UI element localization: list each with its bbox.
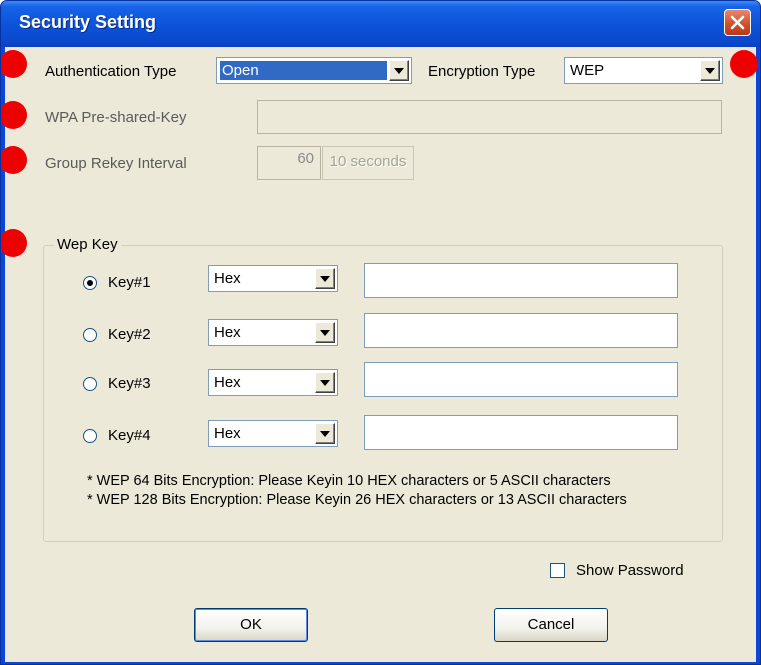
key1-format-dropdown-button[interactable] <box>315 268 335 289</box>
marker-dot-auth <box>1 50 27 78</box>
security-setting-window: Security Setting Authentication Type Ope… <box>0 0 761 665</box>
ok-button[interactable]: OK <box>194 608 308 642</box>
wep-key-group-legend: Wep Key <box>54 236 121 253</box>
key2-format-value: Hex <box>214 324 241 341</box>
authentication-type-select[interactable]: Open <box>216 57 412 84</box>
marker-dot-wpa <box>1 101 27 129</box>
key1-format-select[interactable]: Hex <box>208 265 338 292</box>
key3-radio[interactable] <box>83 377 97 391</box>
group-rekey-interval-label: Group Rekey Interval <box>45 155 187 172</box>
show-password-checkbox[interactable] <box>550 563 565 578</box>
group-rekey-interval-value: 60 <box>297 150 314 167</box>
key4-input[interactable] <box>364 415 678 450</box>
group-rekey-interval-input[interactable]: 60 <box>257 146 321 180</box>
key1-input[interactable] <box>364 263 678 298</box>
wep128-note: * WEP 128 Bits Encryption: Please Keyin … <box>87 492 627 508</box>
key3-input[interactable] <box>364 362 678 397</box>
key2-input[interactable] <box>364 313 678 348</box>
close-button[interactable] <box>724 9 751 36</box>
key2-label: Key#2 <box>108 326 151 343</box>
key4-radio[interactable] <box>83 429 97 443</box>
chevron-down-icon <box>320 275 330 282</box>
key2-format-dropdown-button[interactable] <box>315 322 335 343</box>
key1-label: Key#1 <box>108 274 151 291</box>
key4-format-value: Hex <box>214 425 241 442</box>
key4-label: Key#4 <box>108 427 151 444</box>
marker-dot-encryption <box>730 50 758 78</box>
key4-format-select[interactable]: Hex <box>208 420 338 447</box>
rekey-unit-button[interactable]: 10 seconds <box>322 146 414 180</box>
authentication-type-label: Authentication Type <box>45 63 177 80</box>
key1-format-value: Hex <box>214 270 241 287</box>
show-password-label: Show Password <box>576 562 684 579</box>
encryption-type-select[interactable]: WEP <box>564 57 723 84</box>
title-bar[interactable]: Security Setting <box>1 1 760 47</box>
close-icon <box>730 15 745 30</box>
wep64-note: * WEP 64 Bits Encryption: Please Keyin 1… <box>87 473 611 489</box>
chevron-down-icon <box>320 430 330 437</box>
key2-format-select[interactable]: Hex <box>208 319 338 346</box>
key3-format-dropdown-button[interactable] <box>315 372 335 393</box>
window-title: Security Setting <box>19 12 157 32</box>
key3-format-select[interactable]: Hex <box>208 369 338 396</box>
key3-label: Key#3 <box>108 375 151 392</box>
wpa-preshared-key-input[interactable] <box>257 100 722 134</box>
wpa-preshared-key-label: WPA Pre-shared-Key <box>45 109 187 126</box>
cancel-button[interactable]: Cancel <box>494 608 608 642</box>
authentication-type-dropdown-button[interactable] <box>389 60 409 81</box>
marker-dot-wep <box>1 229 27 257</box>
chevron-down-icon <box>394 67 404 74</box>
key3-format-value: Hex <box>214 374 241 391</box>
key4-format-dropdown-button[interactable] <box>315 423 335 444</box>
chevron-down-icon <box>705 67 715 74</box>
encryption-type-value: WEP <box>570 62 605 79</box>
chevron-down-icon <box>320 329 330 336</box>
authentication-type-value: Open <box>220 61 387 80</box>
key1-radio[interactable] <box>83 276 97 290</box>
marker-dot-rekey <box>1 146 27 174</box>
dialog-body: Authentication Type Open Encryption Type… <box>1 47 758 662</box>
encryption-type-label: Encryption Type <box>428 63 536 80</box>
key2-radio[interactable] <box>83 328 97 342</box>
chevron-down-icon <box>320 379 330 386</box>
encryption-type-dropdown-button[interactable] <box>700 60 720 81</box>
